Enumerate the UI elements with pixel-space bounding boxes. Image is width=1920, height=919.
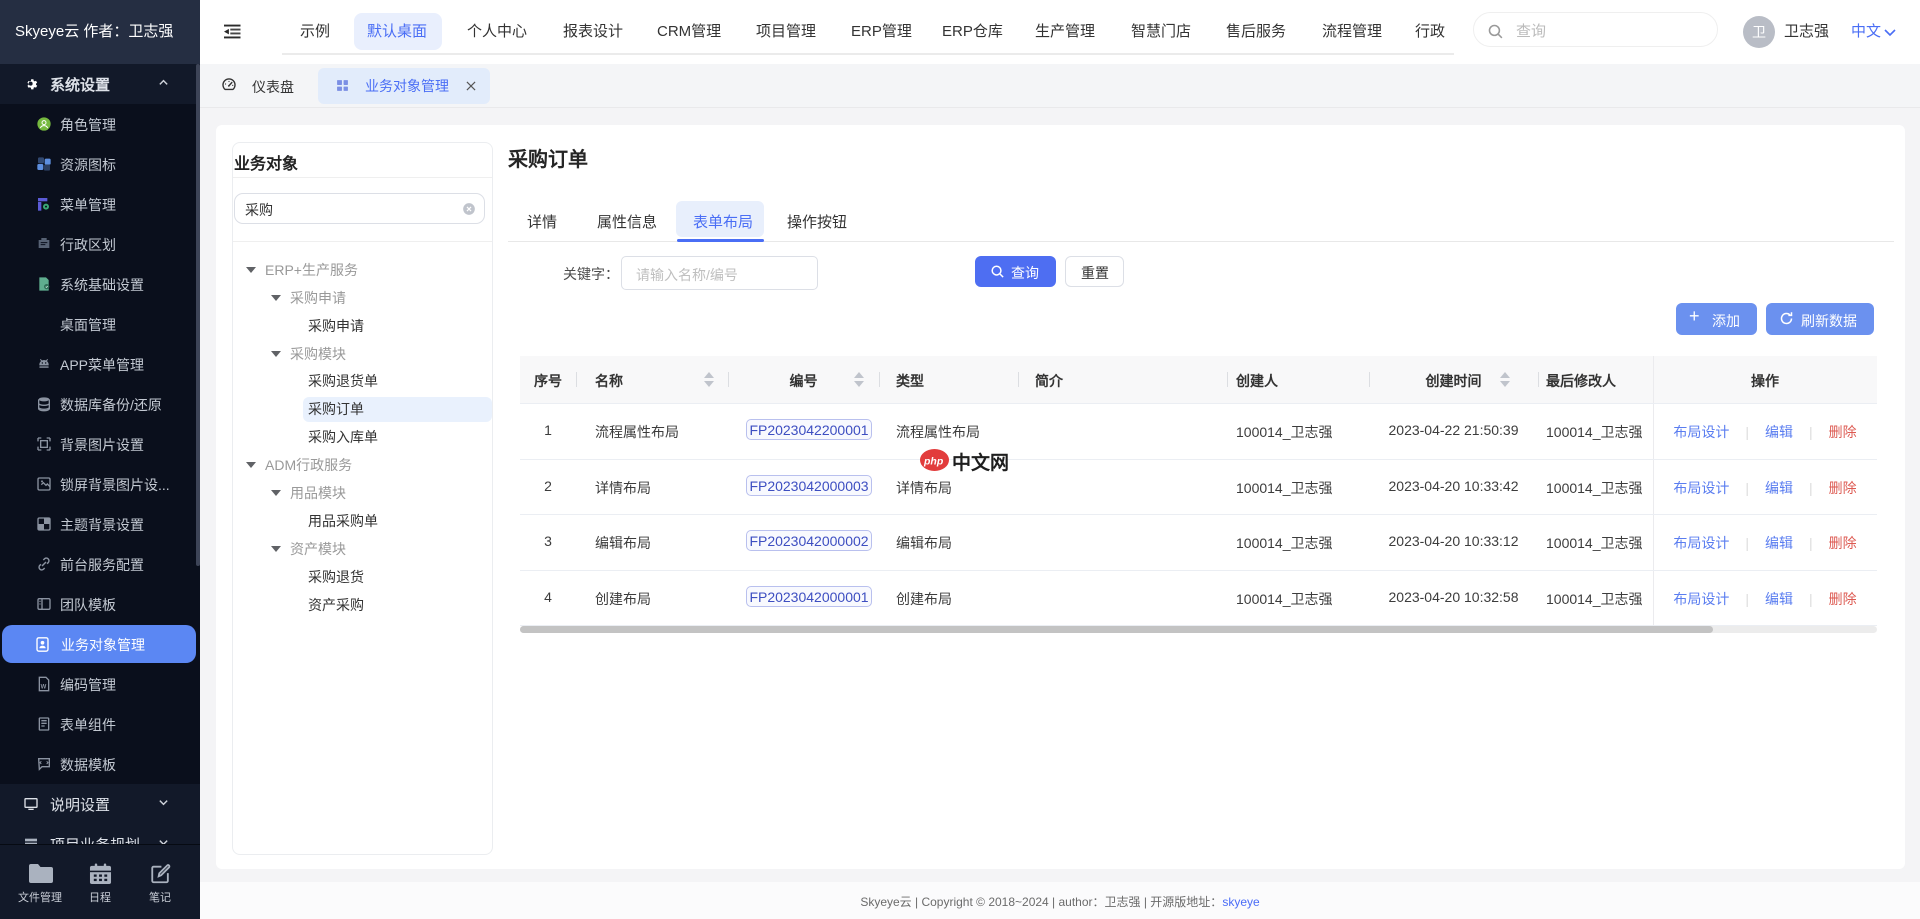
svg-text:W: W <box>41 685 47 691</box>
svg-text:php: php <box>923 456 944 468</box>
